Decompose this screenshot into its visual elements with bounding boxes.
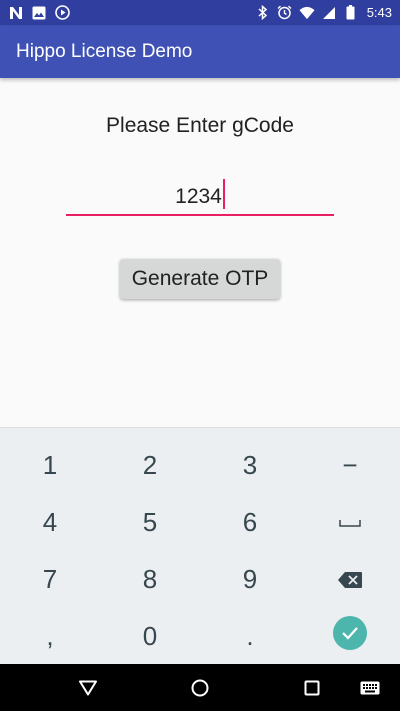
key-9[interactable]: 9 xyxy=(200,551,300,608)
signal-icon xyxy=(321,5,337,21)
key-backspace[interactable] xyxy=(300,551,400,608)
key-comma[interactable]: , xyxy=(0,608,100,665)
key-8[interactable]: 8 xyxy=(100,551,200,608)
key-6-label: 6 xyxy=(242,507,258,537)
alarm-icon xyxy=(277,5,293,21)
done-key-icon xyxy=(342,626,358,640)
key-3-label: 3 xyxy=(242,450,258,480)
main-content: Please Enter gCode 1234 Generate OTP xyxy=(0,78,400,427)
key-2-label: 2 xyxy=(142,450,158,480)
status-bar: 5:43 xyxy=(0,0,400,25)
home-button[interactable] xyxy=(170,664,230,711)
recents-icon xyxy=(304,680,320,695)
key-space[interactable] xyxy=(300,494,400,551)
gcode-prompt: Please Enter gCode xyxy=(106,114,294,137)
key-6[interactable]: 6 xyxy=(200,494,300,551)
wifi-icon xyxy=(299,5,315,21)
gcode-input-value: 1234 xyxy=(175,185,222,208)
space-key-icon xyxy=(339,519,361,527)
n-notification-icon xyxy=(8,5,24,21)
key-7[interactable]: 7 xyxy=(0,551,100,608)
key-4-label: 4 xyxy=(42,507,58,537)
key-5-label: 5 xyxy=(142,507,158,537)
key-4[interactable]: 4 xyxy=(0,494,100,551)
keyboard-switch-button[interactable] xyxy=(340,664,400,711)
play-notification-icon xyxy=(54,5,70,21)
status-bar-left xyxy=(8,5,70,21)
key-minus[interactable]: − xyxy=(300,437,400,494)
key-minus-label: − xyxy=(342,450,358,480)
backspace-key-icon xyxy=(338,571,362,588)
text-cursor xyxy=(222,179,225,210)
keyboard-switch-icon xyxy=(360,681,380,694)
battery-icon xyxy=(343,5,359,21)
key-0-label: 0 xyxy=(142,621,158,651)
key-period[interactable]: . xyxy=(200,608,300,665)
status-bar-right: 5:43 xyxy=(255,5,392,21)
screen: 5:43 Hippo License Demo Please Enter gCo… xyxy=(0,0,400,711)
generate-otp-button[interactable]: Generate OTP xyxy=(120,259,280,299)
key-3[interactable]: 3 xyxy=(200,437,300,494)
app-bar: Hippo License Demo xyxy=(0,25,400,78)
status-time: 5:43 xyxy=(366,5,392,20)
back-icon xyxy=(79,680,97,695)
key-0[interactable]: 0 xyxy=(100,608,200,665)
done-key-circle xyxy=(333,615,367,650)
key-7-label: 7 xyxy=(42,564,58,594)
navigation-bar xyxy=(0,664,400,711)
key-5[interactable]: 5 xyxy=(100,494,200,551)
key-1-label: 1 xyxy=(42,450,58,480)
key-2[interactable]: 2 xyxy=(100,437,200,494)
image-notification-icon xyxy=(31,5,47,21)
key-8-label: 8 xyxy=(142,564,158,594)
key-period-label: . xyxy=(246,621,254,651)
key-9-label: 9 xyxy=(242,564,258,594)
key-done[interactable] xyxy=(300,604,400,661)
back-button[interactable] xyxy=(58,664,118,711)
key-1[interactable]: 1 xyxy=(0,437,100,494)
key-comma-label: , xyxy=(46,621,54,651)
recents-button[interactable] xyxy=(282,664,342,711)
bluetooth-icon xyxy=(255,5,271,21)
app-title: Hippo License Demo xyxy=(16,40,193,62)
gcode-input[interactable]: 1234 xyxy=(66,178,334,216)
generate-otp-label: Generate OTP xyxy=(131,267,269,290)
numeric-keyboard: 1 2 3 − 4 5 6 7 8 9 , 0 . xyxy=(0,427,400,664)
home-icon xyxy=(191,679,209,696)
